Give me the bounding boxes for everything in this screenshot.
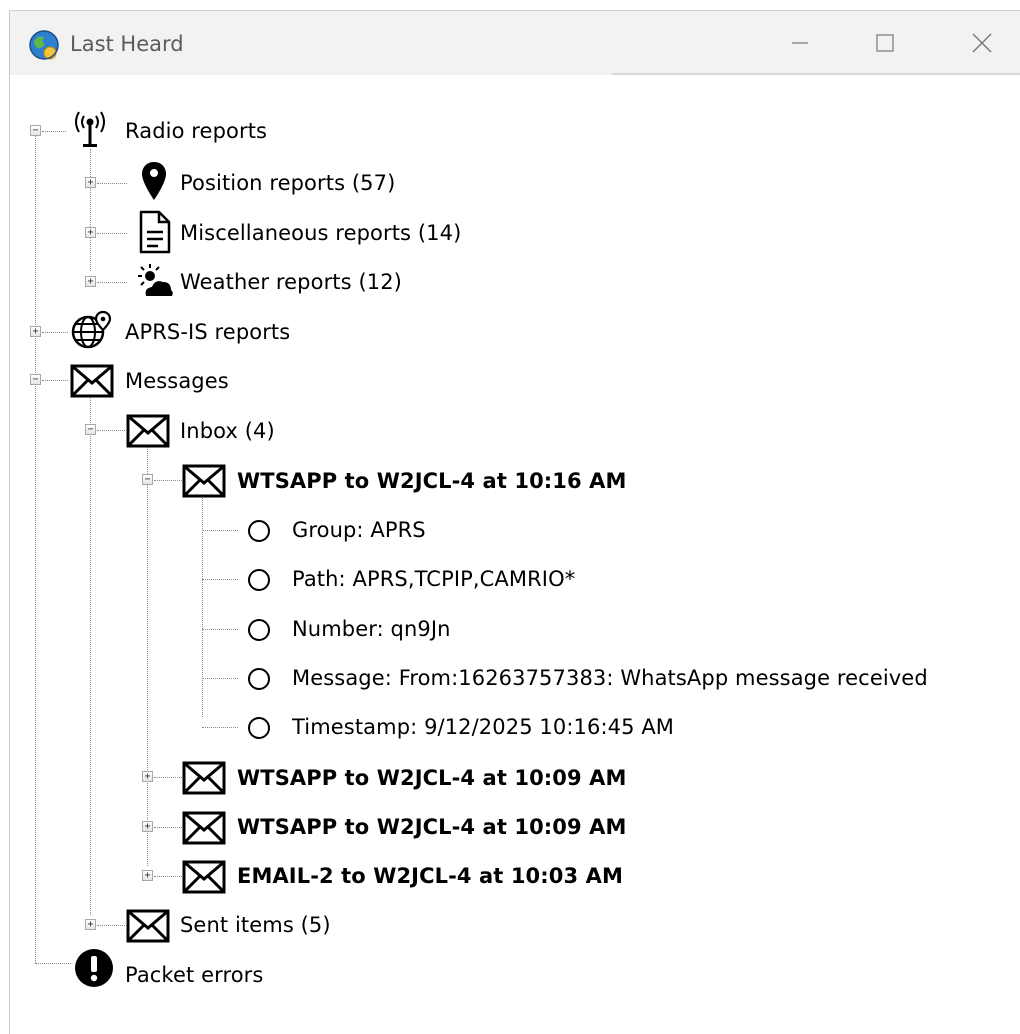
tree-label: WTSAPP to W2JCL-4 at 10:16 AM [237, 469, 627, 493]
tree-line-message-details [202, 479, 203, 717]
tree-node-position-reports[interactable]: Position reports (57) [180, 161, 395, 205]
envelope-icon [70, 364, 114, 398]
collapse-radio-reports[interactable]: − [30, 125, 41, 136]
tree-label: Weather reports (12) [180, 270, 402, 294]
circle-bullet-icon [248, 569, 270, 591]
circle-bullet-icon [248, 520, 270, 542]
tree-line-level0 [35, 131, 36, 963]
globe-pin-icon [71, 310, 112, 349]
tree-node-sent-items[interactable]: Sent items (5) [180, 903, 331, 947]
tree-label: Messages [125, 369, 229, 393]
collapse-inbox[interactable]: − [85, 424, 96, 435]
tree-node-radio-reports[interactable]: Radio reports [125, 109, 267, 153]
tree-label: Inbox (4) [180, 419, 275, 443]
circle-bullet-icon [248, 717, 270, 739]
tree-line-radio [90, 149, 91, 271]
tree-label: Miscellaneous reports (14) [180, 221, 462, 245]
tree-label: EMAIL-2 to W2JCL-4 at 10:03 AM [237, 864, 623, 888]
tree-label: Sent items (5) [180, 913, 331, 937]
last-heard-window: Last Heard − Radio reports + Position re… [9, 10, 1020, 1034]
tree-node-message[interactable]: WTSAPP to W2JCL-4 at 10:16 AM [237, 459, 626, 503]
tree-node-message[interactable]: WTSAPP to W2JCL-4 at 10:09 AM [237, 756, 626, 800]
detail-message[interactable]: Message: From:16263757383: WhatsApp mess… [292, 656, 928, 700]
tree-label: WTSAPP to W2JCL-4 at 10:09 AM [237, 766, 627, 790]
tree-node-weather-reports[interactable]: Weather reports (12) [180, 260, 402, 304]
detail-label: Group: APRS [292, 518, 426, 542]
detail-path[interactable]: Path: APRS,TCPIP,CAMRIO* [292, 557, 575, 601]
tree-node-misc-reports[interactable]: Miscellaneous reports (14) [180, 211, 461, 255]
exclamation-icon [75, 949, 113, 987]
envelope-icon [126, 414, 170, 448]
map-pin-icon [142, 162, 166, 200]
tree-line-inbox [147, 429, 148, 866]
tree-label: Packet errors [125, 963, 264, 987]
expand-message-3[interactable]: + [142, 821, 153, 832]
collapse-message-1[interactable]: − [142, 474, 153, 485]
detail-label: Message: From:16263757383: WhatsApp mess… [292, 666, 928, 690]
tree-line-messages [90, 379, 91, 915]
envelope-icon [182, 811, 226, 845]
tree-node-message[interactable]: WTSAPP to W2JCL-4 at 10:09 AM [237, 805, 626, 849]
tree-node-message[interactable]: EMAIL-2 to W2JCL-4 at 10:03 AM [237, 854, 623, 898]
expand-misc-reports[interactable]: + [85, 227, 96, 238]
envelope-icon [126, 909, 170, 943]
envelope-icon [182, 464, 226, 498]
expand-message-2[interactable]: + [142, 771, 153, 782]
tree-label: APRS-IS reports [125, 320, 291, 344]
tree-view[interactable]: − Radio reports + Position reports (57) … [10, 11, 1020, 1034]
expand-weather-reports[interactable]: + [85, 276, 96, 287]
expand-sent-items[interactable]: + [85, 919, 96, 930]
detail-group[interactable]: Group: APRS [292, 508, 426, 552]
circle-bullet-icon [248, 668, 270, 690]
tree-node-aprs-is-reports[interactable]: APRS-IS reports [125, 310, 290, 354]
tree-label: Position reports (57) [180, 171, 396, 195]
weather-icon [138, 264, 173, 296]
collapse-messages[interactable]: − [30, 374, 41, 385]
envelope-icon [182, 860, 226, 894]
tree-label: WTSAPP to W2JCL-4 at 10:09 AM [237, 815, 627, 839]
detail-label: Number: qn9Jn [292, 617, 451, 641]
circle-bullet-icon [248, 619, 270, 641]
detail-label: Path: APRS,TCPIP,CAMRIO* [292, 567, 576, 591]
detail-timestamp[interactable]: Timestamp: 9/12/2025 10:16:45 AM [292, 705, 674, 749]
tree-node-messages[interactable]: Messages [125, 359, 229, 403]
detail-number[interactable]: Number: qn9Jn [292, 607, 451, 651]
expand-aprs-is-reports[interactable]: + [30, 326, 41, 337]
document-icon [139, 210, 171, 254]
envelope-icon [182, 761, 226, 795]
tree-label: Radio reports [125, 119, 268, 143]
expand-message-4[interactable]: + [142, 870, 153, 881]
antenna-icon [75, 111, 105, 147]
expand-position-reports[interactable]: + [85, 177, 96, 188]
tree-node-packet-errors[interactable]: Packet errors [125, 953, 263, 997]
detail-label: Timestamp: 9/12/2025 10:16:45 AM [292, 715, 674, 739]
tree-node-inbox[interactable]: Inbox (4) [180, 409, 275, 453]
